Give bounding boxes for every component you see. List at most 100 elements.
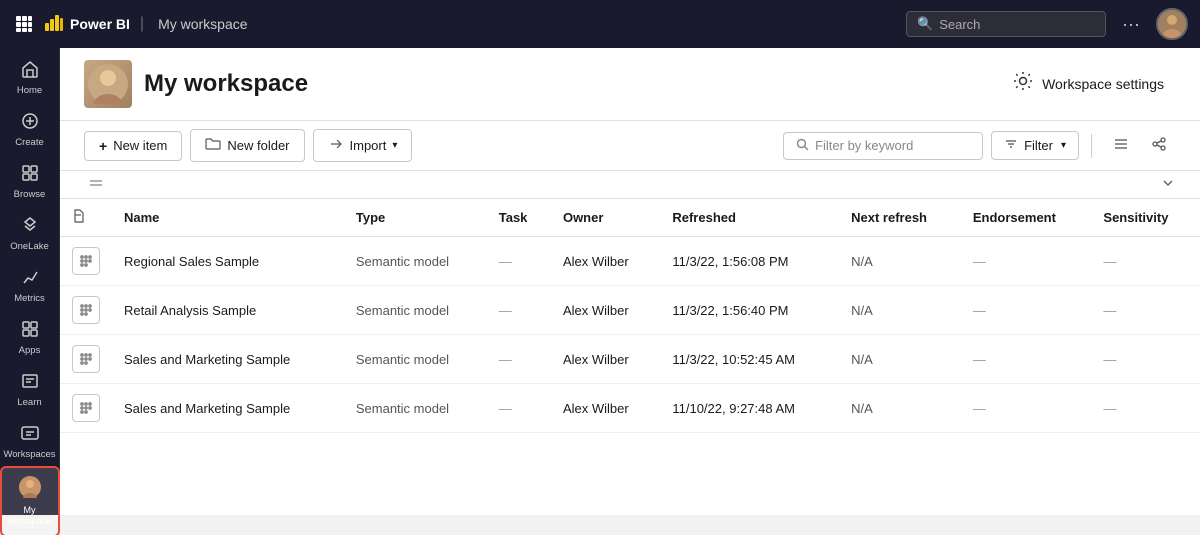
sidebar: Home Create Browse OneLake Metrics xyxy=(0,48,60,515)
filter-keyword-input[interactable]: Filter by keyword xyxy=(783,132,983,160)
row-icon-cell[interactable] xyxy=(60,335,112,384)
item-icon[interactable] xyxy=(72,296,100,324)
row-next-refresh: N/A xyxy=(839,237,961,286)
sidebar-item-learn[interactable]: Learn xyxy=(2,364,58,416)
sidebar-label-learn: Learn xyxy=(17,397,41,408)
import-icon xyxy=(328,136,344,155)
myworkspace-icon xyxy=(19,476,41,502)
workspace-settings-button[interactable]: Workspace settings xyxy=(1000,64,1176,104)
more-options[interactable]: ··· xyxy=(1114,10,1148,39)
row-next-refresh: N/A xyxy=(839,384,961,433)
row-refreshed: 11/3/22, 1:56:08 PM xyxy=(660,237,839,286)
sidebar-label-browse: Browse xyxy=(14,189,46,200)
workspace-title-area: My workspace xyxy=(84,60,308,108)
topbar: Power BI | My workspace 🔍 Search ··· xyxy=(0,0,1200,48)
row-icon-cell[interactable] xyxy=(60,237,112,286)
new-folder-label: New folder xyxy=(227,138,289,153)
settings-gear-icon xyxy=(1012,70,1034,98)
row-icon-cell[interactable] xyxy=(60,384,112,433)
row-endorsement: — xyxy=(961,286,1092,335)
row-type: Semantic model xyxy=(344,384,487,433)
row-sensitivity: — xyxy=(1091,286,1200,335)
col-owner[interactable]: Owner xyxy=(551,199,660,237)
new-folder-icon xyxy=(205,136,221,155)
sidebar-item-apps[interactable]: Apps xyxy=(2,312,58,364)
sidebar-label-create: Create xyxy=(15,137,44,148)
row-sensitivity: — xyxy=(1091,237,1200,286)
table-row: Regional Sales Sample Semantic model — A… xyxy=(60,237,1200,286)
layout: Home Create Browse OneLake Metrics xyxy=(0,48,1200,515)
sidebar-item-create[interactable]: Create xyxy=(2,104,58,156)
row-name: Sales and Marketing Sample xyxy=(112,335,344,384)
sidebar-item-browse[interactable]: Browse xyxy=(2,156,58,208)
row-owner: Alex Wilber xyxy=(551,335,660,384)
filter-lines-icon xyxy=(1004,137,1018,154)
brand-name: Power BI xyxy=(70,16,130,32)
sidebar-label-apps: Apps xyxy=(19,345,41,356)
sidebar-label-home: Home xyxy=(17,85,42,96)
col-icon xyxy=(60,199,112,237)
row-type: Semantic model xyxy=(344,237,487,286)
sidebar-label-workspaces: Workspaces xyxy=(3,449,55,460)
row-endorsement: — xyxy=(961,384,1092,433)
row-task: — xyxy=(487,384,551,433)
row-name: Retail Analysis Sample xyxy=(112,286,344,335)
import-button[interactable]: Import ▾ xyxy=(313,129,413,162)
create-icon xyxy=(21,112,39,134)
workspace-avatar xyxy=(84,60,132,108)
filter-chevron-icon: ▾ xyxy=(1061,140,1066,151)
user-avatar[interactable] xyxy=(1156,8,1188,40)
row-type: Semantic model xyxy=(344,335,487,384)
workspace-settings-label: Workspace settings xyxy=(1042,76,1164,92)
collapse-chevron-icon[interactable] xyxy=(1160,175,1176,194)
row-endorsement: — xyxy=(961,237,1092,286)
sidebar-item-myworkspace[interactable]: Myworkspace xyxy=(2,468,58,535)
new-folder-button[interactable]: New folder xyxy=(190,129,304,162)
item-icon[interactable] xyxy=(72,345,100,373)
row-icon-cell[interactable] xyxy=(60,286,112,335)
new-item-button[interactable]: + New item xyxy=(84,131,182,161)
col-next-refresh[interactable]: Next refresh xyxy=(839,199,961,237)
apps-icon xyxy=(21,320,39,342)
collapse-handle[interactable] xyxy=(84,176,108,194)
row-name: Sales and Marketing Sample xyxy=(112,384,344,433)
sidebar-item-onelake[interactable]: OneLake xyxy=(2,208,58,260)
import-label: Import xyxy=(350,138,387,153)
row-type: Semantic model xyxy=(344,286,487,335)
lineage-view-button[interactable] xyxy=(1142,130,1176,162)
col-name[interactable]: Name xyxy=(112,199,344,237)
table-row: Sales and Marketing Sample Semantic mode… xyxy=(60,335,1200,384)
topbar-search[interactable]: 🔍 Search xyxy=(906,11,1106,37)
home-icon xyxy=(21,60,39,82)
col-endorsement[interactable]: Endorsement xyxy=(961,199,1092,237)
drag-handle-icon xyxy=(84,176,108,194)
row-task: — xyxy=(487,237,551,286)
topbar-workspace-name: My workspace xyxy=(158,16,247,32)
item-icon[interactable] xyxy=(72,247,100,275)
search-placeholder: Search xyxy=(939,17,980,32)
table-header-row: Name Type Task Owner Refreshed Next refr… xyxy=(60,199,1200,237)
row-refreshed: 11/3/22, 1:56:40 PM xyxy=(660,286,839,335)
import-chevron-icon: ▾ xyxy=(392,140,397,151)
filter-button[interactable]: Filter ▾ xyxy=(991,131,1079,160)
view-toggle xyxy=(1104,130,1176,162)
filter-search-icon xyxy=(796,138,809,154)
row-refreshed: 11/3/22, 10:52:45 AM xyxy=(660,335,839,384)
row-endorsement: — xyxy=(961,335,1092,384)
col-refreshed[interactable]: Refreshed xyxy=(660,199,839,237)
brand: Power BI | My workspace xyxy=(44,13,248,36)
collapse-bar xyxy=(60,171,1200,199)
list-view-button[interactable] xyxy=(1104,130,1138,162)
learn-icon xyxy=(21,372,39,394)
grid-icon[interactable] xyxy=(12,12,36,36)
sidebar-item-home[interactable]: Home xyxy=(2,52,58,104)
row-task: — xyxy=(487,286,551,335)
sidebar-item-workspaces[interactable]: Workspaces xyxy=(2,416,58,468)
col-sensitivity[interactable]: Sensitivity xyxy=(1091,199,1200,237)
item-icon[interactable] xyxy=(72,394,100,422)
col-type[interactable]: Type xyxy=(344,199,487,237)
main-content: My workspace Workspace settings + New it… xyxy=(60,48,1200,515)
col-task[interactable]: Task xyxy=(487,199,551,237)
row-owner: Alex Wilber xyxy=(551,237,660,286)
sidebar-item-metrics[interactable]: Metrics xyxy=(2,260,58,312)
